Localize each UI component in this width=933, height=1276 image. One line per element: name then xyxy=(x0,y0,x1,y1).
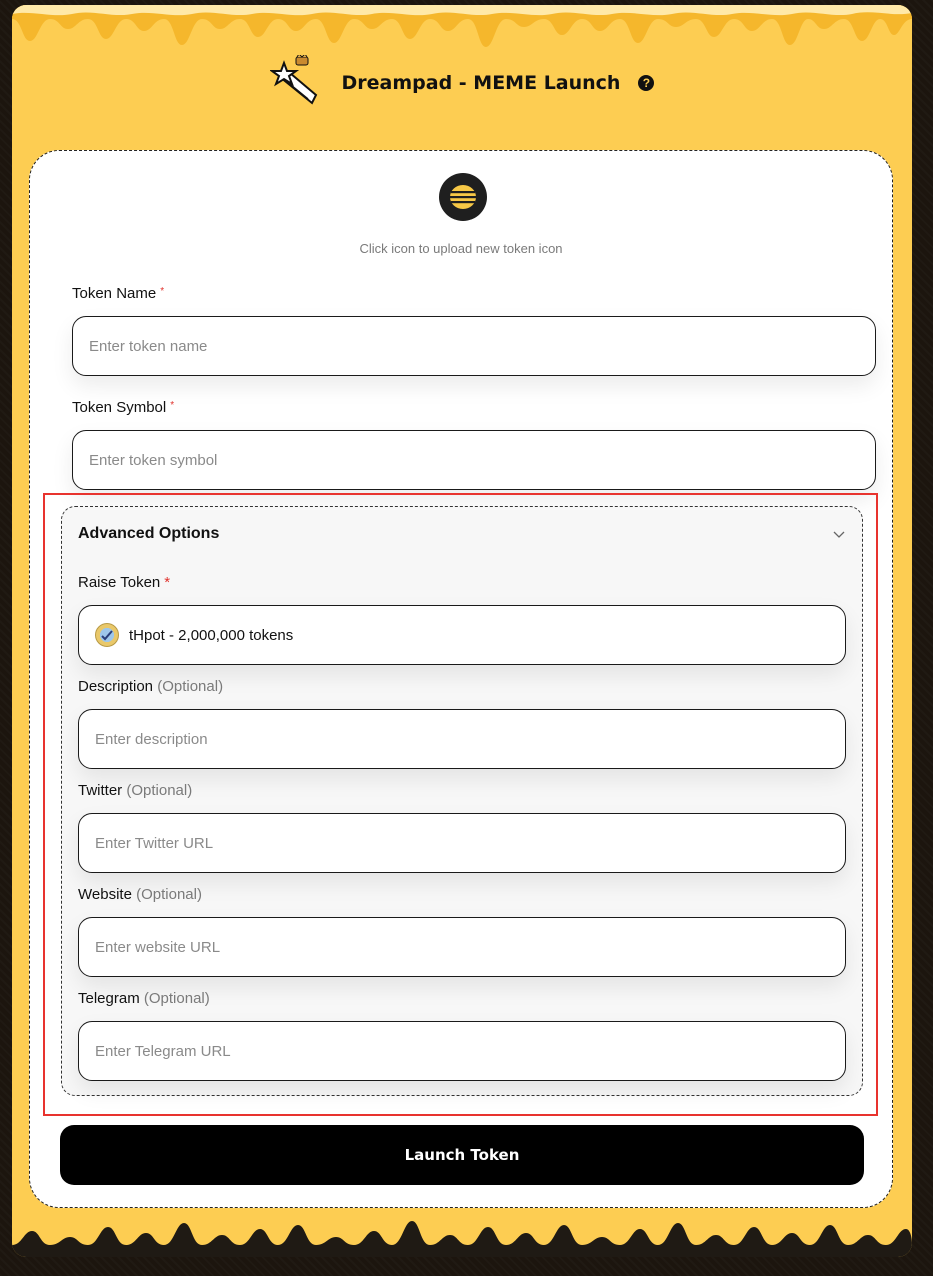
token-name-input[interactable] xyxy=(72,316,876,376)
website-input[interactable] xyxy=(78,917,846,977)
upload-hint: Click icon to upload new token icon xyxy=(359,241,563,256)
advanced-options-section: Advanced Options Raise Token * tHpot - 2,… xyxy=(61,506,863,1096)
advanced-options-title[interactable]: Advanced Options xyxy=(78,525,219,543)
twitter-label: Twitter (Optional) xyxy=(78,782,193,799)
token-form-card: Click icon to upload new token icon Toke… xyxy=(29,150,893,1208)
honey-drip-top xyxy=(12,5,912,47)
description-input[interactable] xyxy=(78,709,846,769)
token-name-label: Token Name * xyxy=(72,285,165,302)
dark-drip-bottom xyxy=(12,1221,912,1257)
raise-token-label: Raise Token * xyxy=(78,574,171,591)
page-header: Dreampad - MEME Launch ? xyxy=(12,55,912,110)
twitter-input[interactable] xyxy=(78,813,846,873)
beehive-icon[interactable] xyxy=(439,173,487,221)
launch-panel: Dreampad - MEME Launch ? Click icon to u… xyxy=(12,5,912,1257)
chevron-down-icon[interactable] xyxy=(832,527,846,541)
launch-token-button[interactable]: Launch Token xyxy=(60,1125,864,1185)
telegram-input[interactable] xyxy=(78,1021,846,1081)
telegram-label: Telegram (Optional) xyxy=(78,990,210,1007)
raise-token-value: tHpot - 2,000,000 tokens xyxy=(129,626,294,644)
question-circle-icon[interactable]: ? xyxy=(638,74,655,91)
thpot-coin-icon xyxy=(95,623,119,647)
website-label: Website (Optional) xyxy=(78,886,202,903)
token-symbol-input[interactable] xyxy=(72,430,876,490)
shooting-star-icon xyxy=(269,55,317,105)
page-title: Dreampad - MEME Launch xyxy=(341,71,621,94)
description-label: Description (Optional) xyxy=(78,678,224,695)
raise-token-select[interactable]: tHpot - 2,000,000 tokens xyxy=(78,605,846,665)
token-symbol-label: Token Symbol * xyxy=(72,399,175,416)
